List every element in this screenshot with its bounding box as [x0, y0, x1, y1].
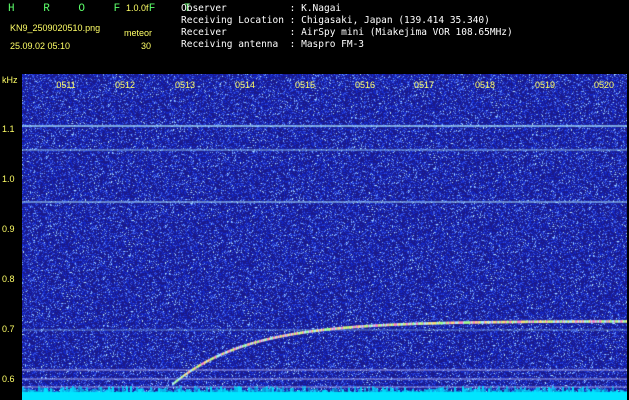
- location-line: Receiving Location : Chigasaki, Japan (1…: [181, 15, 490, 26]
- time-tick-label: 0512: [114, 80, 136, 90]
- observer-line: Observer : K.Nagai: [181, 3, 342, 14]
- spectrogram-canvas: [22, 74, 627, 400]
- time-tick-label: 0517: [413, 80, 435, 90]
- meteor-label: meteor: [124, 28, 153, 38]
- meteor-count: 30: [141, 41, 152, 51]
- time-tick-label: 0516: [354, 80, 376, 90]
- y-unit-label: kHz: [2, 75, 18, 85]
- freq-tick-label: 1.1: [2, 124, 15, 134]
- time-tick-label: 0520: [593, 80, 615, 90]
- time-tick-label: 0514: [234, 80, 256, 90]
- antenna-line: Receiving antenna : Maspro FM-3: [181, 39, 365, 50]
- time-tick-label: 0515: [294, 80, 316, 90]
- time-tick-label: 0513: [174, 80, 196, 90]
- receiver-line: Receiver : AirSpy mini (Miakejima VOR 10…: [181, 27, 513, 38]
- hroft-window: H R O F F T 1.0.0f KN9_2509020510.png me…: [0, 0, 629, 400]
- datetime-label: 25.09.02 05:10: [10, 41, 71, 51]
- time-tick-label: 0518: [474, 80, 496, 90]
- spectrogram-plot: [22, 74, 627, 400]
- filename-label: KN9_2509020510.png: [10, 23, 101, 33]
- freq-tick-label: 0.6: [2, 374, 15, 384]
- time-tick-label: 0511: [56, 80, 76, 90]
- freq-tick-label: 0.8: [2, 274, 15, 284]
- version-label: 1.0.0f: [126, 3, 149, 13]
- header-panel: H R O F F T 1.0.0f KN9_2509020510.png me…: [0, 0, 629, 74]
- app-title: H R O F F T: [8, 3, 202, 15]
- freq-tick-label: 1.0: [2, 174, 15, 184]
- freq-tick-label: 0.7: [2, 324, 15, 334]
- freq-tick-label: 0.9: [2, 224, 15, 234]
- time-tick-label: 0519: [534, 80, 556, 90]
